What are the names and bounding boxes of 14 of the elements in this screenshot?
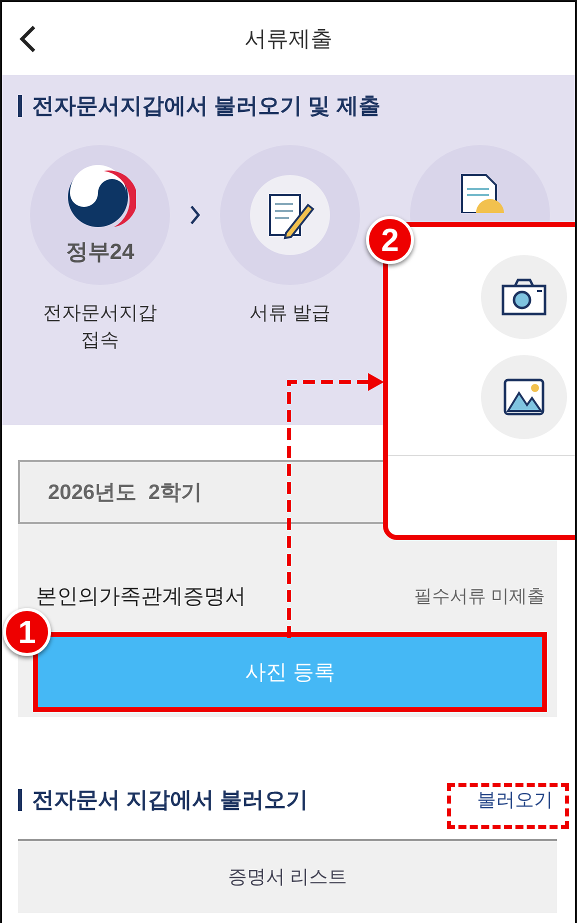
status-text: 필수서류 미제출 bbox=[414, 585, 545, 608]
image-icon[interactable] bbox=[502, 377, 546, 417]
document-name: 본인의가족관계증명서 bbox=[36, 584, 246, 610]
section-heading: 전자문서지갑에서 불러오기 및 제출 bbox=[32, 92, 380, 120]
page-title: 서류제출 bbox=[244, 24, 332, 52]
step-label: 전자문서지갑 접속 bbox=[43, 302, 157, 353]
callout-badge: 1 bbox=[3, 608, 51, 656]
chevron-right-icon bbox=[190, 205, 200, 225]
logo-text: 정부24 bbox=[66, 238, 134, 266]
list-header: 증명서 리스트 bbox=[18, 839, 557, 913]
section-heading: 전자문서 지갑에서 불러오기 bbox=[32, 786, 308, 814]
load-link[interactable]: 불러오기 bbox=[469, 783, 561, 817]
step-label: 서류 발급 bbox=[249, 302, 331, 326]
camera-icon[interactable] bbox=[500, 277, 548, 317]
